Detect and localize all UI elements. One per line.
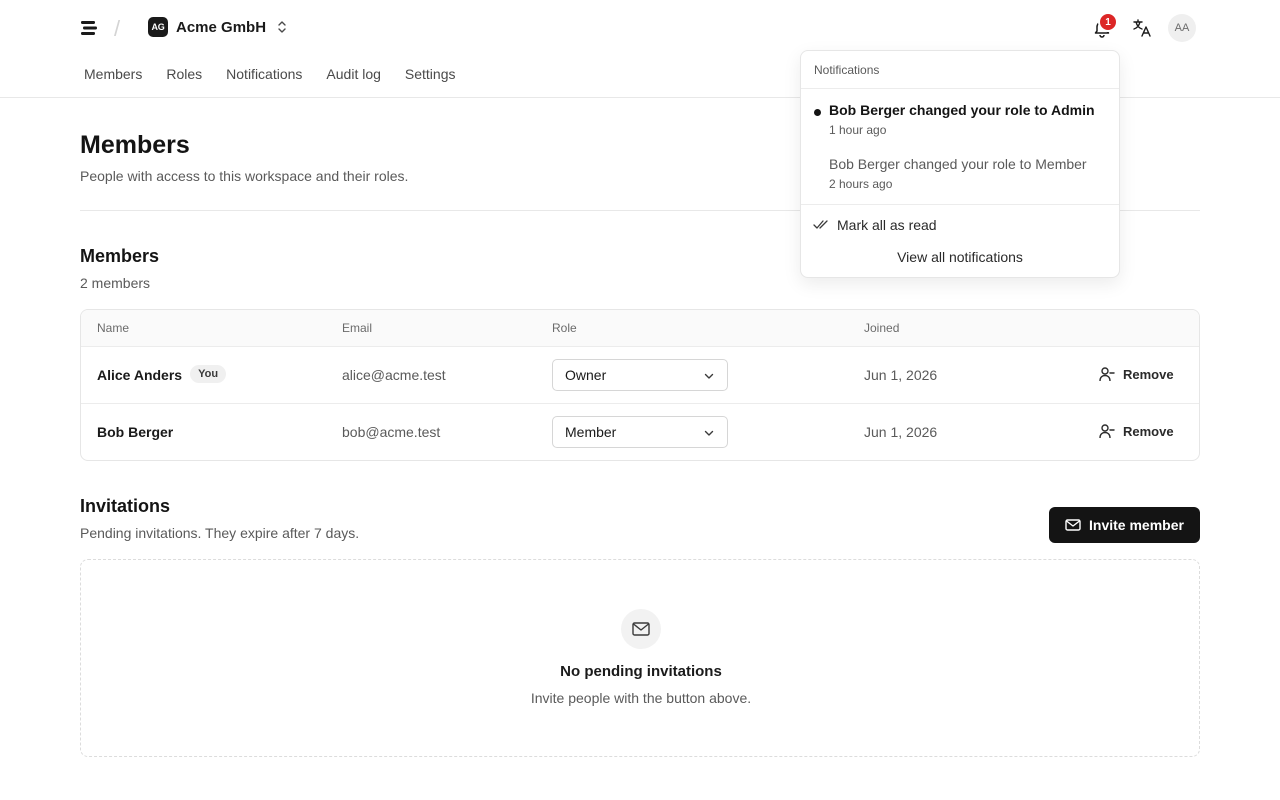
chevron-up-down-icon [278, 21, 286, 33]
members-count: 2 members [80, 275, 151, 291]
org-badge: AG [148, 17, 168, 37]
org-name: Acme GmbH [176, 18, 267, 36]
table-header: Name Email Role Joined [81, 310, 1199, 347]
invite-button-label: Invite member [1089, 517, 1184, 533]
mail-icon [621, 609, 661, 649]
chevron-down-icon [704, 373, 714, 379]
user-minus-icon [1099, 367, 1115, 382]
menu-logo-icon[interactable] [80, 19, 98, 37]
unread-dot-icon [814, 109, 821, 116]
notification-time: 1 hour ago [829, 123, 887, 137]
remove-member-button[interactable]: Remove [1099, 366, 1174, 382]
role-select-value: Member [565, 424, 617, 440]
invite-member-button[interactable]: Invite member [1049, 507, 1200, 543]
notification-item[interactable]: Bob Berger changed your role to Member 2… [801, 156, 1119, 196]
remove-member-button[interactable]: Remove [1099, 423, 1174, 439]
invitations-section-title: Invitations [80, 496, 171, 516]
page-subtitle: People with access to this workspace and… [80, 168, 409, 184]
column-joined: Joined [864, 321, 900, 335]
empty-invitations: No pending invitations Invite people wit… [80, 559, 1200, 757]
member-name: Bob Berger [97, 424, 174, 440]
notification-text: Bob Berger changed your role to Member [829, 156, 1087, 172]
view-all-notifications-link[interactable]: View all notifications [801, 249, 1119, 265]
chevron-down-icon [704, 430, 714, 436]
org-switcher[interactable]: AG Acme GmbH [148, 17, 288, 37]
members-table: Name Email Role Joined Alice Anders You … [80, 309, 1200, 461]
column-email: Email [342, 321, 373, 335]
role-select[interactable]: Member [552, 416, 728, 448]
tab-settings[interactable]: Settings [405, 66, 456, 82]
member-name-cell: Bob Berger [97, 424, 173, 440]
member-email: alice@acme.test [342, 367, 446, 383]
double-check-icon [813, 220, 828, 229]
notification-time: 2 hours ago [829, 177, 893, 191]
top-bar: / AG Acme GmbH 1 AA [0, 0, 1280, 56]
mail-plus-icon [1065, 519, 1081, 531]
breadcrumb-separator: / [114, 16, 121, 41]
translate-icon[interactable] [1132, 18, 1152, 38]
tab-roles[interactable]: Roles [166, 66, 202, 82]
divider [801, 204, 1119, 205]
column-role: Role [552, 321, 577, 335]
notification-text: Bob Berger changed your role to Admin [829, 102, 1095, 118]
divider [801, 88, 1119, 89]
mark-all-read-button[interactable]: Mark all as read [813, 217, 937, 233]
member-name-cell: Alice Anders You [97, 365, 227, 383]
notifications-heading: Notifications [814, 63, 880, 77]
tab-members[interactable]: Members [84, 66, 142, 82]
member-name: Alice Anders [97, 367, 183, 383]
user-minus-icon [1099, 424, 1115, 439]
notifications-dropdown: Notifications Bob Berger changed your ro… [800, 50, 1120, 278]
notification-item[interactable]: Bob Berger changed your role to Admin 1 … [801, 102, 1119, 142]
nav-tabs: Members Roles Notifications Audit log Se… [84, 66, 456, 82]
tab-audit-log[interactable]: Audit log [326, 66, 380, 82]
table-row: Bob Berger bob@acme.test Member Jun 1, 2… [81, 404, 1199, 460]
member-joined: Jun 1, 2026 [864, 424, 938, 440]
role-select[interactable]: Owner [552, 359, 728, 391]
page-title: Members [80, 131, 190, 159]
remove-label: Remove [1123, 366, 1174, 382]
notification-count-badge: 1 [1098, 12, 1118, 32]
role-select-value: Owner [565, 367, 607, 383]
member-joined: Jun 1, 2026 [864, 367, 938, 383]
you-badge: You [190, 365, 227, 383]
members-section-title: Members [80, 246, 160, 266]
empty-title: No pending invitations [560, 663, 722, 680]
column-name: Name [97, 321, 130, 335]
tab-notifications[interactable]: Notifications [226, 66, 302, 82]
member-email: bob@acme.test [342, 424, 441, 440]
empty-subtitle: Invite people with the button above. [530, 690, 752, 706]
mark-all-read-label: Mark all as read [837, 217, 937, 233]
invitations-subtitle: Pending invitations. They expire after 7… [80, 525, 360, 541]
table-row: Alice Anders You alice@acme.test Owner J… [81, 347, 1199, 404]
user-avatar[interactable]: AA [1168, 14, 1196, 42]
remove-label: Remove [1123, 423, 1174, 439]
